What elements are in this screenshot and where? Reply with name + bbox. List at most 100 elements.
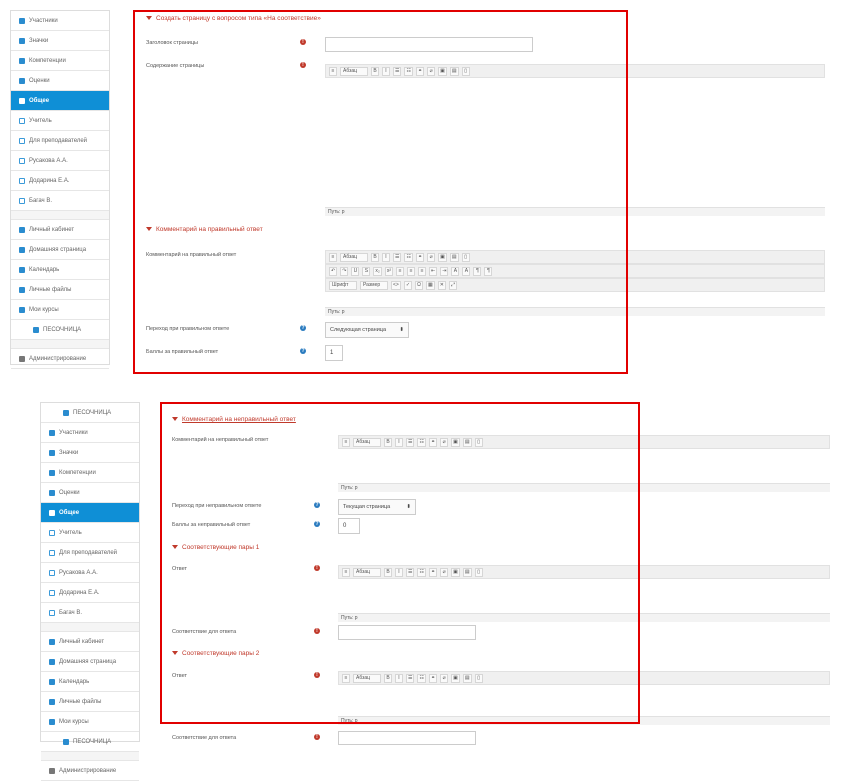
bold-icon[interactable]: B [371,252,379,262]
toggle-toolbar-icon[interactable]: ≡ [329,66,337,76]
charmap-icon[interactable]: Ω [415,280,424,290]
unlink-icon[interactable]: ⌀ [440,673,449,683]
outdent-icon[interactable]: ⇤ [429,266,438,276]
rtl-icon[interactable]: ¶ [484,266,493,276]
sidebar-item[interactable]: Личные файлы [41,692,139,712]
bullet-list-icon[interactable]: ☰ [406,437,415,447]
sidebar-item[interactable]: Для преподавателей [11,131,109,151]
numbered-list-icon[interactable]: ☷ [404,66,413,76]
sidebar-item[interactable]: Значки [11,31,109,51]
help-icon[interactable]: ? [314,521,320,527]
subscript-icon[interactable]: x₂ [373,266,382,276]
superscript-icon[interactable]: x² [384,266,394,276]
bold-icon[interactable]: B [384,437,392,447]
spellcheck-icon[interactable]: ✓ [403,280,413,290]
sidebar-item[interactable]: Личный кабинет [11,220,109,240]
page-title-input[interactable] [325,37,533,52]
editor-toolbar[interactable]: ≡ Абзац B I ☰ ☷ ⚭ ⌀ ▣ ▤ ▯ [325,64,825,78]
help-icon[interactable]: ? [300,325,306,331]
italic-icon[interactable]: I [382,252,390,262]
paragraph-select[interactable]: Абзац [353,567,381,577]
sidebar-item[interactable]: Общее [11,91,109,111]
toggle-toolbar-icon[interactable]: ≡ [342,437,350,447]
sidebar-item[interactable]: Участники [41,423,139,443]
file-icon[interactable]: ▯ [474,673,483,683]
bullet-list-icon[interactable]: ☰ [393,66,402,76]
bold-icon[interactable]: B [384,673,392,683]
fullscreen-icon[interactable]: ⤢ [448,280,457,290]
paragraph-select[interactable]: Абзац [340,66,368,76]
sidebar-item[interactable]: Компетенции [41,463,139,483]
paragraph-select[interactable]: Абзац [353,437,381,447]
file-icon[interactable]: ▯ [474,437,483,447]
match-input-1[interactable] [338,625,476,640]
undo-icon[interactable]: ↶ [329,266,338,276]
match-input-2[interactable] [338,731,476,745]
paragraph-select[interactable]: Абзац [353,673,381,683]
paragraph-select[interactable]: Абзац [340,252,368,262]
link-icon[interactable]: ⚭ [415,252,425,262]
sidebar-item[interactable]: Значки [41,443,139,463]
numbered-list-icon[interactable]: ☷ [417,437,426,447]
align-left-icon[interactable]: ≡ [396,266,405,276]
editor-toolbar[interactable]: ≡ Абзац B I ☰ ☷ ⚭ ⌀ ▣ ▤ ▯ [338,671,830,685]
bullet-list-icon[interactable]: ☰ [393,252,402,262]
bg-color-icon[interactable]: A [462,266,471,276]
toggle-toolbar-icon[interactable]: ≡ [329,252,337,262]
code-icon[interactable]: <> [391,280,401,290]
sidebar-item[interactable]: Календарь [11,260,109,280]
sidebar-item[interactable]: Русакова А.А. [11,151,109,171]
redo-icon[interactable]: ↷ [340,266,349,276]
jump-correct-select[interactable]: Следующая страница ⬍ [325,322,409,338]
sidebar-item[interactable]: Домашняя страница [41,652,139,672]
sidebar-item-admin[interactable]: Администрирование [41,761,139,781]
editor-toolbar-row2[interactable]: ↶ ↷ U S x₂ x² ≡ ≡ ≡ ⇤ ⇥ A A ¶ ¶ [325,264,825,278]
italic-icon[interactable]: I [382,66,390,76]
sidebar-item[interactable]: Личный кабинет [41,632,139,652]
unlink-icon[interactable]: ⌀ [427,66,436,76]
editor-toolbar[interactable]: ≡ Абзац B I ☰ ☷ ⚭ ⌀ ▣ ▤ ▯ [338,565,830,579]
link-icon[interactable]: ⚭ [428,567,438,577]
sidebar-item[interactable]: Личные файлы [11,280,109,300]
score-wrong-input[interactable]: 0 [338,518,360,534]
section-pair-1[interactable]: Соответствующие пары 1 [172,544,259,551]
media-icon[interactable]: ▤ [462,567,472,577]
text-color-icon[interactable]: A [451,266,460,276]
sidebar-item[interactable]: Календарь [41,672,139,692]
section-correct-feedback[interactable]: Комментарий на правильный ответ [146,226,263,233]
sidebar-item[interactable]: Русакова А.А. [41,563,139,583]
strike-icon[interactable]: S [362,266,371,276]
sidebar-item[interactable]: Мои курсы [41,712,139,732]
help-icon[interactable]: ? [314,502,320,508]
clean-icon[interactable]: ✕ [437,280,446,290]
section-wrong-feedback[interactable]: Комментарий на неправильный ответ [172,416,296,423]
editor-toolbar[interactable]: ≡ Абзац B I ☰ ☷ ⚭ ⌀ ▣ ▤ ▯ [338,435,830,449]
underline-icon[interactable]: U [351,266,360,276]
indent-icon[interactable]: ⇥ [440,266,449,276]
sidebar-item[interactable]: Компетенции [11,51,109,71]
file-icon[interactable]: ▯ [461,252,470,262]
sidebar-item[interactable]: Участники [11,11,109,31]
score-correct-input[interactable]: 1 [325,345,343,361]
link-icon[interactable]: ⚭ [428,437,438,447]
sidebar-item[interactable]: Додарина Е.А. [11,171,109,191]
font-select[interactable]: Шрифт [329,280,357,290]
link-icon[interactable]: ⚭ [428,673,438,683]
help-icon[interactable]: ? [300,348,306,354]
image-icon[interactable]: ▣ [438,252,447,262]
table-icon[interactable]: ▦ [426,280,435,290]
unlink-icon[interactable]: ⌀ [427,252,436,262]
media-icon[interactable]: ▤ [462,673,472,683]
sidebar-item-admin[interactable]: Администрирование [11,349,109,369]
media-icon[interactable]: ▤ [449,252,459,262]
image-icon[interactable]: ▣ [451,673,460,683]
sidebar-item[interactable]: Общее [41,503,139,523]
sidebar-item[interactable]: Учитель [11,111,109,131]
sidebar-item[interactable]: Додарина Е.А. [41,583,139,603]
image-icon[interactable]: ▣ [451,437,460,447]
media-icon[interactable]: ▤ [462,437,472,447]
bold-icon[interactable]: B [384,567,392,577]
numbered-list-icon[interactable]: ☷ [404,252,413,262]
unlink-icon[interactable]: ⌀ [440,567,449,577]
media-icon[interactable]: ▤ [449,66,459,76]
